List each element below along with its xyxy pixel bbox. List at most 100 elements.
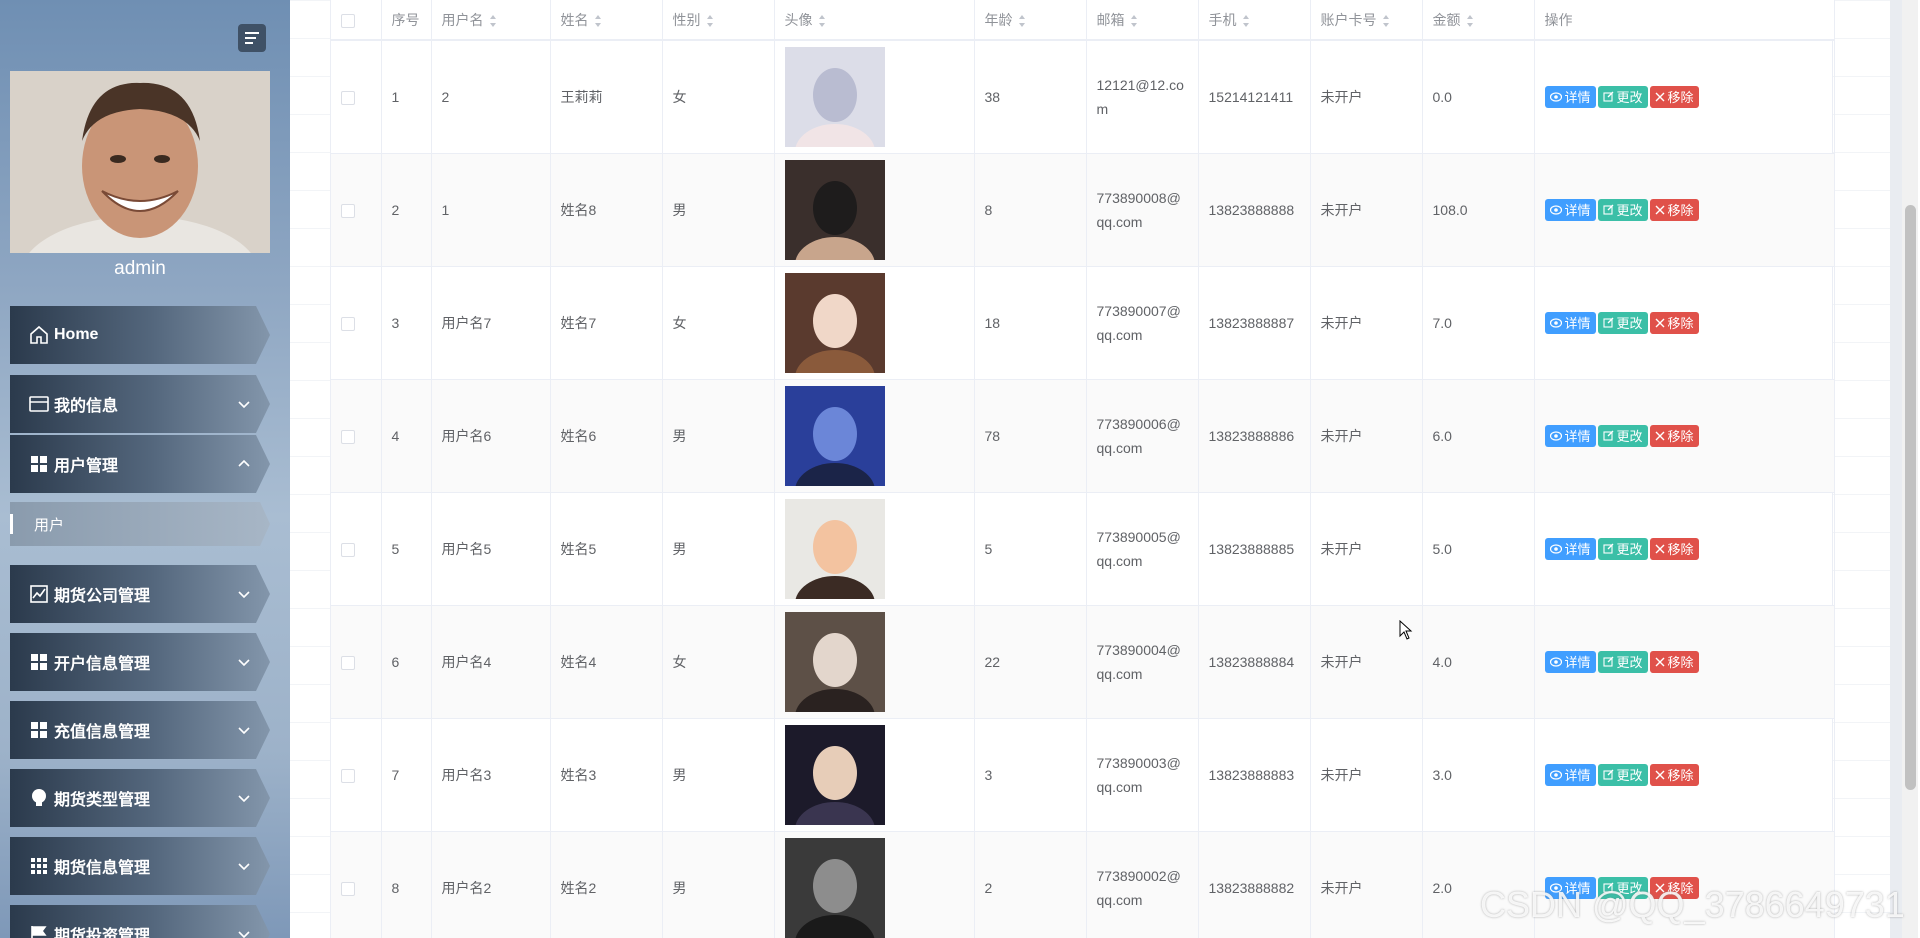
remove-button[interactable]: 移除 bbox=[1649, 876, 1699, 899]
user-photo[interactable] bbox=[784, 837, 885, 938]
row-select-cell bbox=[331, 379, 382, 493]
column-header[interactable]: 年龄 bbox=[974, 0, 1087, 41]
grid-icon bbox=[28, 651, 50, 673]
grid-icon bbox=[28, 453, 50, 475]
name-cell: 姓名8 bbox=[550, 153, 663, 267]
column-header[interactable]: 手机 bbox=[1198, 0, 1311, 41]
edit-button[interactable]: 更改 bbox=[1597, 763, 1648, 786]
scrollbar-thumb[interactable] bbox=[1905, 205, 1916, 790]
detail-label: 详情 bbox=[1564, 542, 1591, 557]
menu-item-recharge[interactable]: 充值信息管理 bbox=[10, 701, 270, 759]
edit-button[interactable]: 更改 bbox=[1597, 198, 1648, 221]
column-header[interactable]: 性别 bbox=[662, 0, 775, 41]
sort-icon[interactable] bbox=[1242, 14, 1250, 28]
user-photo[interactable] bbox=[784, 385, 885, 486]
actions-cell: 详情 更改 移除 bbox=[1534, 379, 1835, 493]
index-cell: 8 bbox=[381, 831, 432, 938]
column-header[interactable]: 用户名 bbox=[431, 0, 551, 41]
menu-item-futures-investment[interactable]: 期货投资管理 bbox=[10, 905, 270, 938]
column-header[interactable]: 邮箱 bbox=[1086, 0, 1199, 41]
remove-button[interactable]: 移除 bbox=[1649, 311, 1699, 334]
collapse-menu-button[interactable] bbox=[238, 24, 266, 52]
sort-icon[interactable] bbox=[594, 14, 602, 28]
remove-button[interactable]: 移除 bbox=[1649, 85, 1699, 108]
user-photo[interactable] bbox=[784, 159, 885, 260]
sort-icon[interactable] bbox=[1130, 14, 1138, 28]
edit-button[interactable]: 更改 bbox=[1597, 85, 1648, 108]
menu-item-user-management[interactable]: 用户管理 bbox=[10, 435, 270, 493]
card-cell: 未开户 bbox=[1310, 266, 1423, 380]
row-checkbox[interactable] bbox=[341, 655, 355, 670]
sort-icon[interactable] bbox=[1466, 14, 1474, 28]
detail-button[interactable]: 详情 bbox=[1544, 763, 1596, 786]
eye-icon bbox=[1549, 92, 1562, 102]
user-photo[interactable] bbox=[784, 46, 885, 147]
avatar-cell bbox=[774, 266, 975, 380]
user-photo[interactable] bbox=[784, 498, 885, 599]
actions-cell: 详情 更改 移除 bbox=[1534, 831, 1835, 938]
user-name: admin bbox=[114, 258, 166, 279]
username-cell: 用户名6 bbox=[431, 379, 551, 493]
row-checkbox[interactable] bbox=[341, 881, 355, 896]
remove-button[interactable]: 移除 bbox=[1649, 763, 1699, 786]
edit-button[interactable]: 更改 bbox=[1597, 876, 1648, 899]
table-row: 8 用户名2 姓名2 男 2 773890002@qq.com 13823888882 未开户… bbox=[331, 831, 1835, 938]
actions-cell: 详情 更改 移除 bbox=[1534, 40, 1835, 154]
submenu-item-user[interactable]: 用户 bbox=[10, 502, 270, 546]
edit-button[interactable]: 更改 bbox=[1597, 424, 1648, 447]
remove-button[interactable]: 移除 bbox=[1649, 537, 1699, 560]
user-photo[interactable] bbox=[784, 611, 885, 712]
remove-button[interactable]: 移除 bbox=[1649, 198, 1699, 221]
menu-item-futures-company[interactable]: 期货公司管理 bbox=[10, 565, 270, 623]
column-header[interactable]: 姓名 bbox=[550, 0, 663, 41]
detail-button[interactable]: 详情 bbox=[1544, 311, 1596, 334]
detail-button[interactable]: 详情 bbox=[1544, 424, 1596, 447]
remove-button[interactable]: 移除 bbox=[1649, 650, 1699, 673]
row-checkbox[interactable] bbox=[341, 203, 355, 218]
card-cell: 未开户 bbox=[1310, 379, 1423, 493]
table-row: 7 用户名3 姓名3 男 3 773890003@qq.com 13823888883 未开户… bbox=[331, 718, 1835, 832]
username-cell: 用户名4 bbox=[431, 605, 551, 719]
sort-icon[interactable] bbox=[818, 14, 826, 28]
detail-button[interactable]: 详情 bbox=[1544, 650, 1596, 673]
user-photo[interactable] bbox=[784, 724, 885, 825]
menu-item-futures-info[interactable]: 期货信息管理 bbox=[10, 837, 270, 895]
bulb-icon bbox=[28, 787, 50, 809]
amount-cell: 6.0 bbox=[1422, 379, 1535, 493]
select-all-checkbox[interactable] bbox=[341, 13, 355, 28]
edit-button[interactable]: 更改 bbox=[1597, 311, 1648, 334]
detail-button[interactable]: 详情 bbox=[1544, 198, 1596, 221]
select-all-header bbox=[331, 0, 382, 41]
detail-button[interactable]: 详情 bbox=[1544, 537, 1596, 560]
remove-button[interactable]: 移除 bbox=[1649, 424, 1699, 447]
name-cell: 姓名3 bbox=[550, 718, 663, 832]
sort-icon[interactable] bbox=[706, 14, 714, 28]
menu-item-home[interactable]: Home bbox=[10, 306, 270, 364]
column-header[interactable]: 账户卡号 bbox=[1310, 0, 1423, 41]
gender-cell: 女 bbox=[662, 266, 775, 380]
row-checkbox[interactable] bbox=[341, 542, 355, 557]
home-icon bbox=[28, 324, 50, 346]
remove-label: 移除 bbox=[1667, 881, 1694, 896]
sort-icon[interactable] bbox=[489, 14, 497, 28]
row-checkbox[interactable] bbox=[341, 90, 355, 105]
detail-button[interactable]: 详情 bbox=[1544, 85, 1596, 108]
row-checkbox[interactable] bbox=[341, 316, 355, 331]
edit-button[interactable]: 更改 bbox=[1597, 650, 1648, 673]
user-photo[interactable] bbox=[784, 272, 885, 373]
row-checkbox[interactable] bbox=[341, 768, 355, 783]
menu-item-futures-type[interactable]: 期货类型管理 bbox=[10, 769, 270, 827]
gender-cell: 男 bbox=[662, 379, 775, 493]
column-header[interactable]: 头像 bbox=[774, 0, 975, 41]
detail-button[interactable]: 详情 bbox=[1544, 876, 1596, 899]
amount-cell: 7.0 bbox=[1422, 266, 1535, 380]
avatar-cell bbox=[774, 605, 975, 719]
menu-item-my-info[interactable]: 我的信息 bbox=[10, 375, 270, 433]
sort-icon[interactable] bbox=[1382, 14, 1390, 28]
menu-item-account-opening[interactable]: 开户信息管理 bbox=[10, 633, 270, 691]
edit-icon bbox=[1602, 317, 1613, 328]
row-checkbox[interactable] bbox=[341, 429, 355, 444]
column-header[interactable]: 金额 bbox=[1422, 0, 1535, 41]
sort-icon[interactable] bbox=[1018, 14, 1026, 28]
edit-button[interactable]: 更改 bbox=[1597, 537, 1648, 560]
